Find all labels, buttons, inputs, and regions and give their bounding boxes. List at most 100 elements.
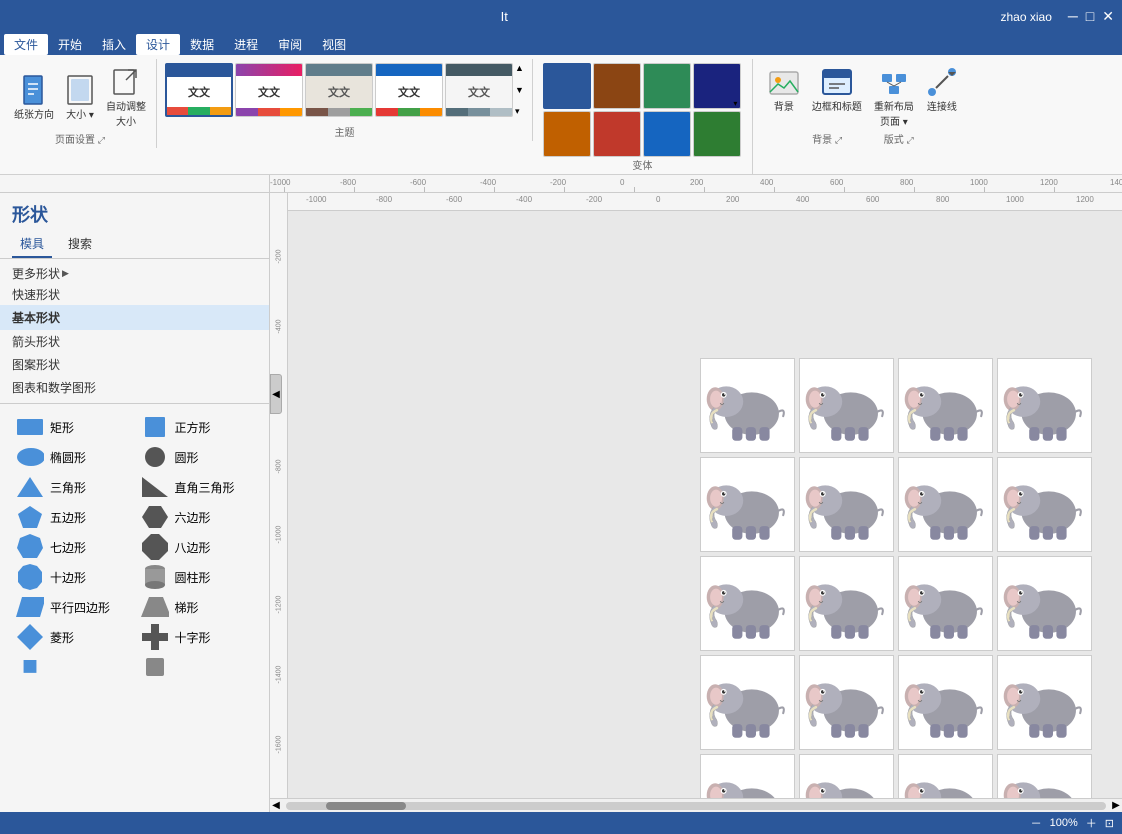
zoom-controls[interactable]: － 100% ＋ ⊡ (1031, 815, 1114, 831)
shape-ellipse[interactable]: 椭圆形 (12, 444, 133, 470)
border-title-label: 边框和标题 (812, 98, 862, 113)
h-scrollbar[interactable]: ◀ ▶ (270, 798, 1122, 812)
shape-parallelogram[interactable]: 平行四边形 (12, 594, 133, 620)
shape-pentagon[interactable]: 五边形 (12, 504, 133, 530)
zoom-in-btn[interactable]: ＋ (1086, 815, 1097, 831)
theme-item-2[interactable]: 文文 (235, 63, 303, 117)
canvas-area: -200-400-600-800-1000-1200-1400-1600-180… (270, 193, 1122, 812)
elephant-cell-7[interactable] (997, 457, 1092, 552)
sidebar-more-shapes[interactable]: 更多形状 ▶ (0, 263, 269, 284)
theme-item-3[interactable]: 文文 (305, 63, 373, 117)
window-controls[interactable]: ─ □ ✕ (1068, 8, 1114, 25)
minimize-icon[interactable]: ─ (1068, 8, 1078, 25)
variant-item-4[interactable]: ▾ (693, 63, 741, 109)
ruler-h-canvas-tick: 1000 (1006, 195, 1024, 204)
variant-item-7[interactable] (643, 111, 691, 157)
elephant-cell-15[interactable] (997, 655, 1092, 750)
elephant-cell-2[interactable] (898, 358, 993, 453)
variant-item-3[interactable] (643, 63, 691, 109)
elephant-cell-1[interactable] (799, 358, 894, 453)
ruler-v-tick: -400 (276, 316, 283, 334)
theme-item-1[interactable]: 文文 (165, 63, 233, 117)
menu-review[interactable]: 审阅 (268, 34, 312, 55)
elephant-cell-4[interactable] (700, 457, 795, 552)
variant-item-6[interactable] (593, 111, 641, 157)
sidebar-tab-stencils[interactable]: 模具 (12, 231, 52, 258)
shape-cross[interactable]: 十字形 (137, 624, 258, 650)
menu-file[interactable]: 文件 (4, 34, 48, 55)
shape-rect[interactable]: 矩形 (12, 414, 133, 440)
theme-scroll[interactable]: ▲ ▼ ▾ (515, 63, 524, 117)
ruler-h-canvas-tick: 200 (726, 195, 739, 204)
shape-circle[interactable]: 圆形 (137, 444, 258, 470)
shape-misc1[interactable] (12, 654, 133, 680)
shape-decagon[interactable]: 十边形 (12, 564, 133, 590)
shape-hexagon[interactable]: 六边形 (137, 504, 258, 530)
zoom-out-btn[interactable]: － (1031, 815, 1042, 831)
shape-triangle[interactable]: 三角形 (12, 474, 133, 500)
page-direction-btn[interactable]: 纸张方向 (10, 71, 58, 124)
elephant-cell-13[interactable] (799, 655, 894, 750)
ruler-h-tick: 600 (830, 178, 843, 187)
sidebar-chart-math[interactable]: 图表和数学图形 (0, 376, 269, 399)
variant-item-5[interactable] (543, 111, 591, 157)
menu-data[interactable]: 数据 (180, 34, 224, 55)
elephant-cell-12[interactable] (700, 655, 795, 750)
border-title-btn[interactable]: 边框和标题 (808, 63, 866, 116)
shape-octagon[interactable]: 八边形 (137, 534, 258, 560)
sidebar-basic-shapes[interactable]: 基本形状 (0, 305, 269, 330)
relayout-btn[interactable]: 重新布局页面 ▾ (870, 63, 918, 131)
scroll-track[interactable] (286, 802, 1106, 810)
shape-heptagon[interactable]: 七边形 (12, 534, 133, 560)
variant-item-8[interactable] (693, 111, 741, 157)
maximize-icon[interactable]: □ (1086, 8, 1094, 25)
ruler-h-tick: 0 (620, 178, 624, 187)
menu-home[interactable]: 开始 (48, 34, 92, 55)
scroll-left-btn[interactable]: ◀ (270, 800, 282, 811)
heptagon-icon (16, 536, 44, 558)
auto-resize-btn[interactable]: 自动调整大小 (102, 63, 150, 131)
elephant-cell-9[interactable] (799, 556, 894, 651)
elephant-cell-18[interactable] (898, 754, 993, 798)
close-icon[interactable]: ✕ (1102, 8, 1114, 25)
fit-page-btn[interactable]: ⊡ (1105, 817, 1114, 830)
shape-cylinder[interactable]: 圆柱形 (137, 564, 258, 590)
sidebar-arrow-shapes[interactable]: 箭头形状 (0, 330, 269, 353)
theme-item-5[interactable]: 文文 (445, 63, 513, 117)
ribbon-group-variants: ▾ 变体 (533, 59, 753, 174)
variant-item-1[interactable] (543, 63, 591, 109)
elephant-cell-3[interactable] (997, 358, 1092, 453)
connector-btn[interactable]: 连接线 (922, 63, 962, 116)
elephant-cell-19[interactable] (997, 754, 1092, 798)
elephant-cell-0[interactable] (700, 358, 795, 453)
elephant-cell-16[interactable] (700, 754, 795, 798)
shape-trapezoid[interactable]: 梯形 (137, 594, 258, 620)
elephant-cell-10[interactable] (898, 556, 993, 651)
elephant-cell-6[interactable] (898, 457, 993, 552)
theme-item-4[interactable]: 文文 (375, 63, 443, 117)
menu-view[interactable]: 视图 (312, 34, 356, 55)
sidebar-pattern-shapes[interactable]: 图案形状 (0, 353, 269, 376)
shape-right-triangle[interactable]: 直角三角形 (137, 474, 258, 500)
menu-process[interactable]: 进程 (224, 34, 268, 55)
sidebar-quick-shapes[interactable]: 快速形状 (0, 284, 269, 305)
elephant-cell-11[interactable] (997, 556, 1092, 651)
elephant-cell-8[interactable] (700, 556, 795, 651)
canvas-scroll[interactable]: -200-400-600-800-1000-1200-1400-1600-180… (270, 193, 1122, 798)
sidebar-tab-search[interactable]: 搜索 (60, 231, 100, 258)
elephant-cell-14[interactable] (898, 655, 993, 750)
sidebar-collapse-btn[interactable]: ◀ (270, 374, 282, 414)
canvas-inner: -200-400-600-800-1000-1200-1400-1600-180… (270, 193, 1122, 798)
variant-item-2[interactable] (593, 63, 641, 109)
shape-diamond[interactable]: 菱形 (12, 624, 133, 650)
page-setup-label: 页面设置 ⤢ (55, 131, 105, 148)
menu-insert[interactable]: 插入 (92, 34, 136, 55)
shape-square[interactable]: 正方形 (137, 414, 258, 440)
shape-misc2[interactable] (137, 654, 258, 680)
scroll-right-btn[interactable]: ▶ (1110, 800, 1122, 811)
menu-design[interactable]: 设计 (136, 34, 180, 55)
background-btn[interactable]: 背景 (764, 63, 804, 116)
elephant-cell-17[interactable] (799, 754, 894, 798)
page-size-btn[interactable]: 大小 ▾ (60, 71, 100, 124)
elephant-cell-5[interactable] (799, 457, 894, 552)
